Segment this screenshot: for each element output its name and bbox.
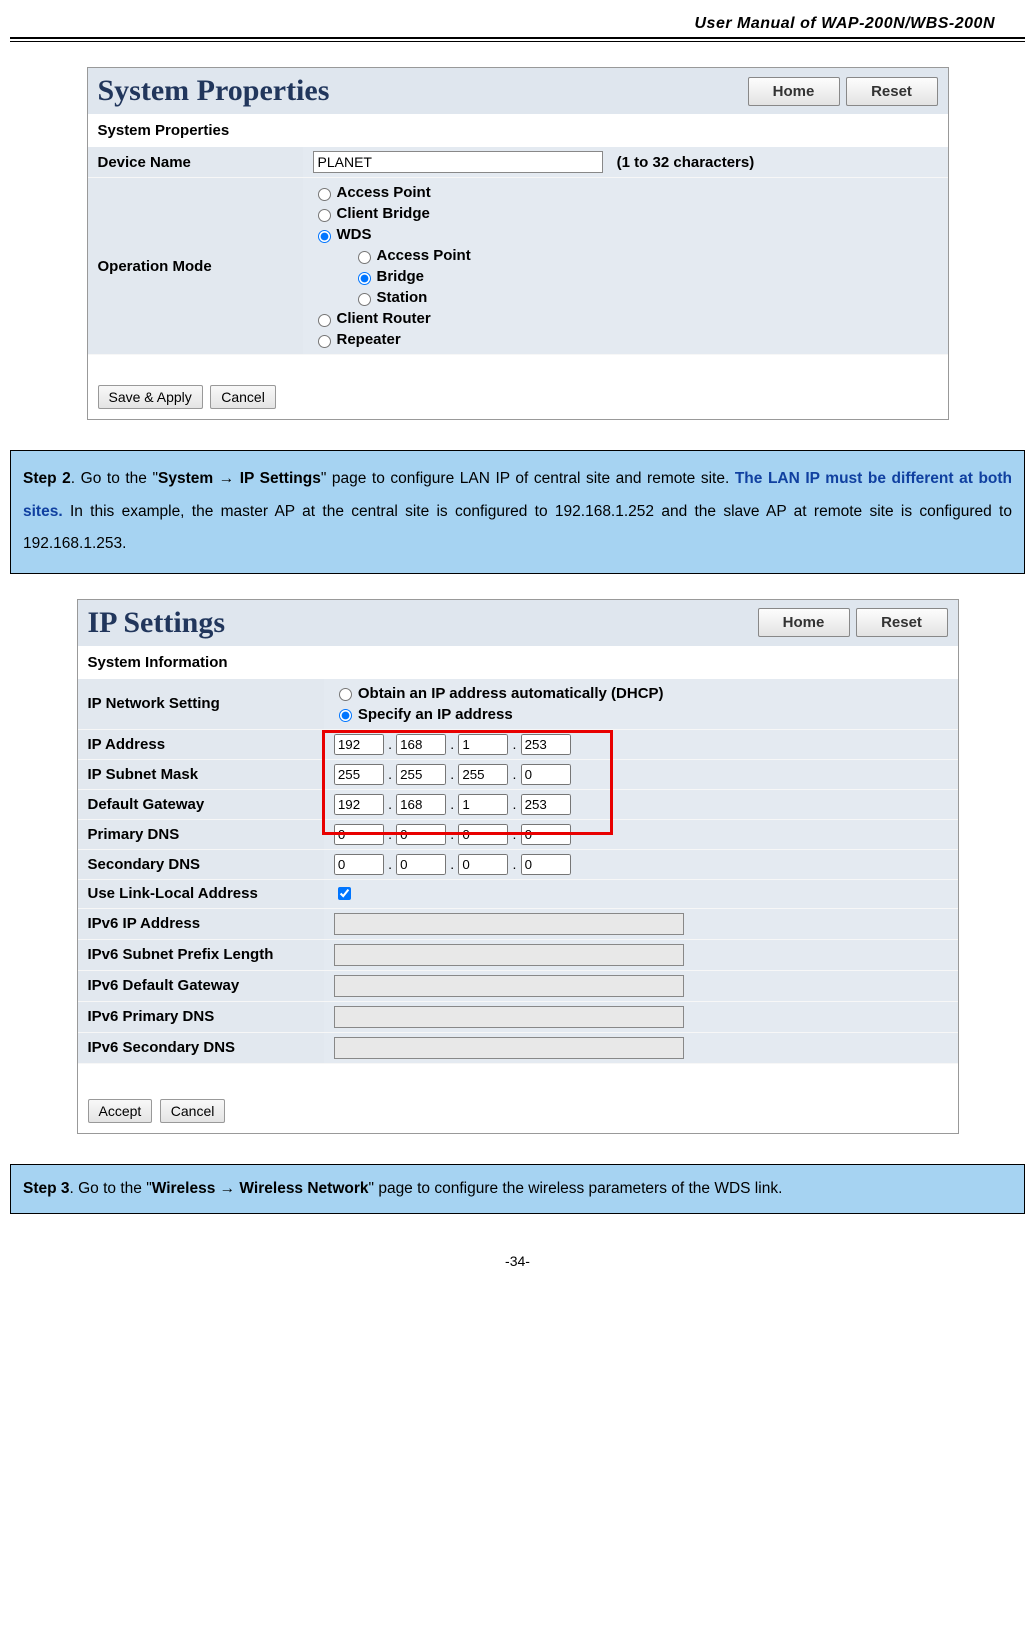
gateway-label: Default Gateway	[78, 789, 324, 819]
home-button[interactable]: Home	[748, 77, 840, 106]
page-number: -34-	[0, 1253, 1035, 1269]
reset-button[interactable]: Reset	[846, 77, 938, 106]
highlight-rectangle	[322, 730, 613, 835]
ip-address-label: IP Address	[78, 729, 324, 759]
mode-label-wds-station: Station	[377, 289, 428, 306]
operation-mode-label: Operation Mode	[88, 178, 303, 355]
v6pl-label: IPv6 Subnet Prefix Length	[78, 939, 324, 970]
page-header: User Manual of WAP-200N/WBS-200N	[10, 10, 1025, 35]
mode-radio-wds-bridge[interactable]	[358, 272, 371, 285]
ip-settings-panel: IP Settings Home Reset System Informatio…	[77, 599, 959, 1134]
net-label-dhcp: Obtain an IP address automatically (DHCP…	[358, 685, 664, 702]
mode-label-wds: WDS	[337, 226, 372, 243]
net-label-static: Specify an IP address	[358, 706, 513, 723]
sdns-octet-3[interactable]	[458, 854, 508, 875]
v6gw-input[interactable]	[334, 975, 684, 997]
mode-radio-cb[interactable]	[318, 209, 331, 222]
step3-t2: " page to configure the wireless paramet…	[369, 1180, 783, 1197]
sdns-octet-4[interactable]	[521, 854, 571, 875]
cancel-button-ip[interactable]: Cancel	[160, 1099, 226, 1123]
v6gw-label: IPv6 Default Gateway	[78, 970, 324, 1001]
step2-prefix: Step 2	[23, 470, 71, 487]
mode-label-ap: Access Point	[337, 184, 431, 201]
step2-t1: . Go to the "	[71, 470, 158, 487]
section-heading: System Properties	[88, 114, 948, 147]
net-radio-dhcp[interactable]	[339, 688, 352, 701]
pdns-label: Primary DNS	[78, 819, 324, 849]
linklocal-checkbox[interactable]	[338, 887, 351, 900]
step3-callout: Step 3. Go to the "Wireless → Wireless N…	[10, 1164, 1025, 1215]
mode-label-rp: Repeater	[337, 331, 401, 348]
subnet-mask-label: IP Subnet Mask	[78, 759, 324, 789]
linklocal-label: Use Link-Local Address	[78, 879, 324, 908]
home-button-ip[interactable]: Home	[758, 608, 850, 637]
reset-button-ip[interactable]: Reset	[856, 608, 948, 637]
step2-t3: In this example, the master AP at the ce…	[23, 503, 1012, 553]
sdns-octet-2[interactable]	[396, 854, 446, 875]
mode-radio-wds[interactable]	[318, 230, 331, 243]
device-name-label: Device Name	[88, 147, 303, 178]
accept-button[interactable]: Accept	[88, 1099, 153, 1123]
mode-radio-cr[interactable]	[318, 314, 331, 327]
device-name-hint: (1 to 32 characters)	[617, 154, 755, 171]
step3-bold1: Wireless → Wireless Network	[152, 1180, 369, 1197]
v6sd-label: IPv6 Secondary DNS	[78, 1032, 324, 1063]
panel-title: System Properties	[98, 74, 742, 108]
save-apply-button[interactable]: Save & Apply	[98, 385, 203, 409]
step2-callout: Step 2. Go to the "System → IP Settings"…	[10, 450, 1025, 574]
mode-radio-wds-station[interactable]	[358, 293, 371, 306]
cancel-button[interactable]: Cancel	[210, 385, 276, 409]
system-properties-panel: System Properties Home Reset System Prop…	[87, 67, 949, 420]
sdns-label: Secondary DNS	[78, 849, 324, 879]
mode-label-wds-bridge: Bridge	[377, 268, 425, 285]
step2-t2: " page to configure LAN IP of central si…	[321, 470, 735, 487]
v6pd-label: IPv6 Primary DNS	[78, 1001, 324, 1032]
sdns-octet-1[interactable]	[334, 854, 384, 875]
mode-radio-ap[interactable]	[318, 188, 331, 201]
mode-radio-rp[interactable]	[318, 335, 331, 348]
step2-bold1: System → IP Settings	[158, 470, 321, 487]
net-radio-static[interactable]	[339, 709, 352, 722]
section-heading-ip: System Information	[78, 646, 958, 679]
step3-prefix: Step 3	[23, 1180, 70, 1197]
mode-radio-wds-ap[interactable]	[358, 251, 371, 264]
mode-label-cr: Client Router	[337, 310, 431, 327]
v6ip-label: IPv6 IP Address	[78, 908, 324, 939]
step3-t1: . Go to the "	[70, 1180, 152, 1197]
device-name-input[interactable]	[313, 151, 603, 173]
ip-network-label: IP Network Setting	[78, 679, 324, 730]
v6ip-input[interactable]	[334, 913, 684, 935]
v6pl-input[interactable]	[334, 944, 684, 966]
mode-label-wds-ap: Access Point	[377, 247, 471, 264]
panel-title-ip: IP Settings	[88, 606, 752, 640]
v6pd-input[interactable]	[334, 1006, 684, 1028]
v6sd-input[interactable]	[334, 1037, 684, 1059]
mode-label-cb: Client Bridge	[337, 205, 430, 222]
